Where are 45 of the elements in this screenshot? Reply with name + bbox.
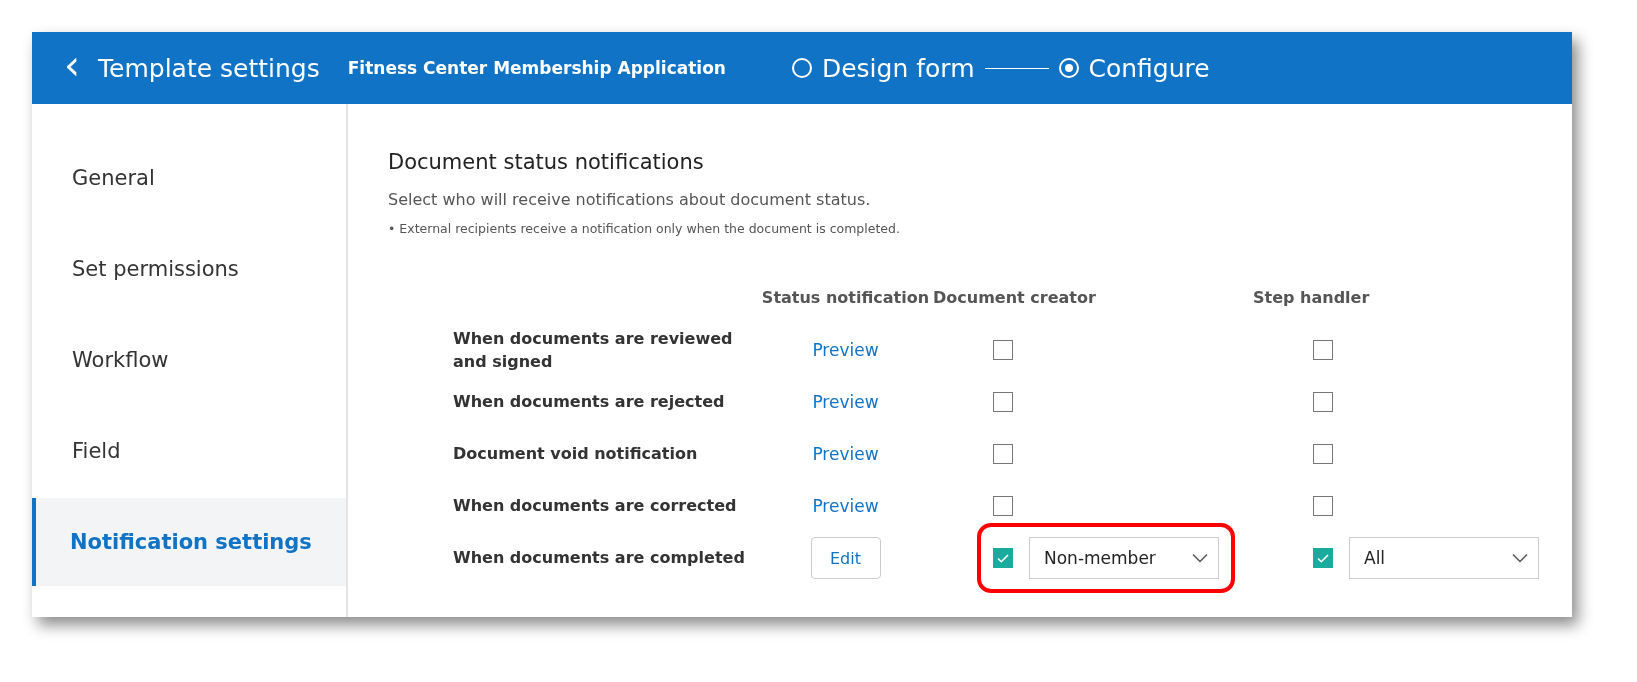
preview-link[interactable]: Preview bbox=[812, 340, 879, 360]
edit-button[interactable]: Edit bbox=[810, 537, 881, 579]
dropdown[interactable]: All bbox=[1349, 537, 1539, 579]
checkbox[interactable] bbox=[1313, 496, 1333, 516]
checkbox[interactable] bbox=[1313, 548, 1333, 568]
sidebar-item[interactable]: Field bbox=[32, 407, 346, 495]
step-tab[interactable]: Configure bbox=[1058, 53, 1210, 83]
dropdown[interactable]: Non-member bbox=[1029, 537, 1219, 579]
dropdown-value: All bbox=[1364, 548, 1386, 568]
step-tab[interactable]: Design form bbox=[791, 53, 975, 83]
chevron-down-icon bbox=[1512, 553, 1528, 563]
row-label: When documents are corrected bbox=[452, 495, 738, 518]
step-connector bbox=[984, 67, 1049, 69]
sidebar-item[interactable]: Set permissions bbox=[32, 225, 346, 313]
checkbox[interactable] bbox=[1313, 340, 1333, 360]
checkbox[interactable] bbox=[1313, 392, 1333, 412]
page-title: Template settings bbox=[98, 53, 320, 83]
preview-link[interactable]: Preview bbox=[812, 496, 879, 516]
checkbox[interactable] bbox=[993, 392, 1013, 412]
column-header: Document creator bbox=[933, 288, 1097, 309]
checkbox[interactable] bbox=[993, 444, 1013, 464]
back-button[interactable]: ‹ bbox=[64, 45, 80, 91]
step-label: Design form bbox=[821, 53, 975, 83]
section-description: Select who will receive notifications about document status. bbox=[388, 190, 872, 209]
section-title: Document status notifications bbox=[388, 150, 705, 174]
document-name: Fitness Center Membership Application bbox=[347, 58, 726, 78]
row-label: Document void notification bbox=[452, 443, 699, 466]
row-label: When documents are completed bbox=[452, 547, 746, 570]
checkbox[interactable] bbox=[993, 496, 1013, 516]
sidebar-item[interactable]: General bbox=[32, 134, 346, 222]
row-label: When documents are reviewed and signed bbox=[452, 327, 734, 373]
dropdown-value: Non-member bbox=[1044, 548, 1156, 568]
sidebar-item[interactable]: Notification settings bbox=[32, 498, 346, 586]
column-header: Step handler bbox=[1253, 288, 1371, 309]
step-label: Configure bbox=[1088, 53, 1210, 83]
note-text: • External recipients receive a notification only when the document is completed. bbox=[388, 221, 901, 236]
preview-link[interactable]: Preview bbox=[812, 392, 879, 412]
sidebar-item[interactable]: Workflow bbox=[32, 316, 346, 404]
row-label: When documents are rejected bbox=[452, 391, 726, 414]
checkbox[interactable] bbox=[1313, 444, 1333, 464]
checkbox[interactable] bbox=[993, 340, 1013, 360]
preview-link[interactable]: Preview bbox=[812, 444, 879, 464]
checkbox[interactable] bbox=[993, 548, 1013, 568]
chevron-down-icon bbox=[1192, 553, 1208, 563]
column-header: Status notification bbox=[760, 288, 931, 309]
